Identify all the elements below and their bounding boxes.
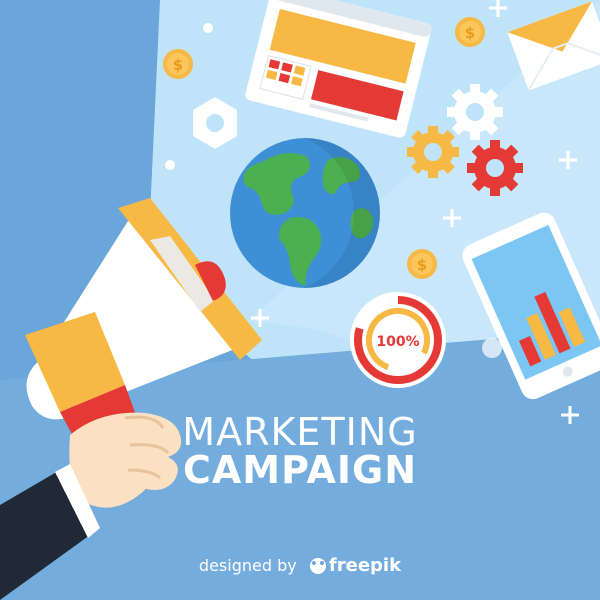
coin-icon: $: [455, 17, 485, 47]
credit-prefix: designed by: [198, 556, 297, 575]
gear-icon: [407, 126, 459, 178]
globe-icon: [230, 138, 380, 288]
coin-icon: $: [163, 49, 193, 79]
illustration-art: $ $ $ 100%: [0, 0, 600, 600]
svg-text:$: $: [417, 256, 427, 274]
gear-icon: [447, 84, 503, 140]
coin-icon: $: [407, 249, 437, 279]
progress-ring-label: 100%: [376, 334, 419, 350]
svg-text:$: $: [173, 56, 183, 74]
svg-text:$: $: [465, 24, 475, 42]
gear-icon: [467, 140, 523, 196]
headline-line-2: CAMPAIGN: [182, 448, 417, 492]
progress-ring-icon: 100%: [350, 292, 446, 388]
illustration: $ $ $ 100% MARKETING CAMPAIGN designed b…: [0, 0, 600, 600]
credit: designed by freepik: [0, 555, 600, 576]
credit-brand[interactable]: freepik: [329, 555, 401, 576]
